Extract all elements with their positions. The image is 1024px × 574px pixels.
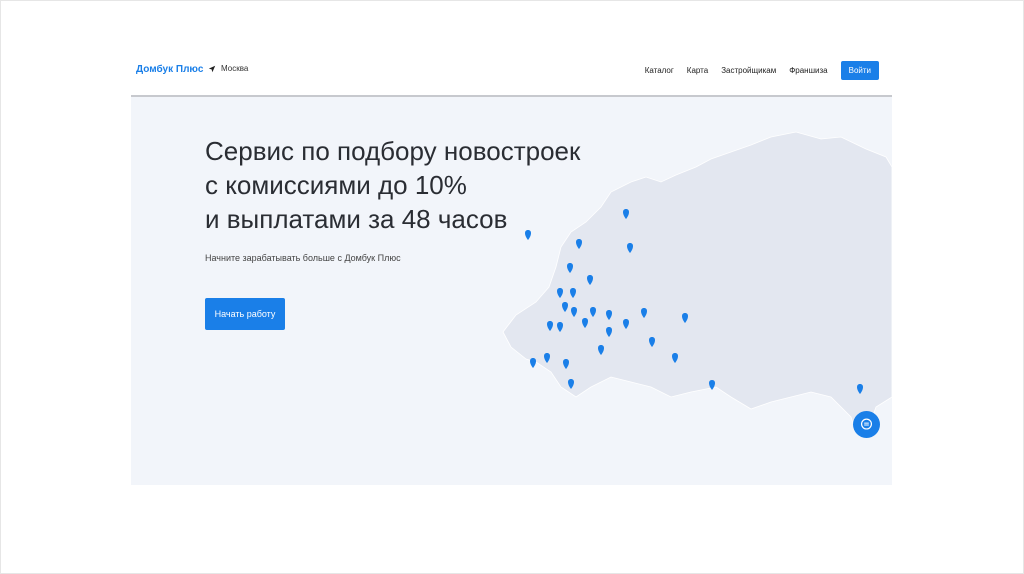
title-line: и выплатами за 48 часов xyxy=(205,204,508,234)
header: Домбук Плюс Москва Каталог Карта Застрой… xyxy=(131,55,892,95)
title-line: Сервис по подбору новостроек xyxy=(205,136,581,166)
chat-icon xyxy=(860,418,873,430)
title-line: с комиссиями до 10% xyxy=(205,170,467,200)
map-pin-icon[interactable] xyxy=(530,358,536,368)
location-arrow-icon xyxy=(208,65,216,72)
start-button[interactable]: Начать работу xyxy=(205,298,285,330)
login-button[interactable]: Войти xyxy=(840,61,879,80)
hero-title: Сервис по подбору новостроек с комиссиям… xyxy=(205,134,580,236)
nav-map[interactable]: Карта xyxy=(687,66,708,75)
nav-catalog[interactable]: Каталог xyxy=(645,66,674,75)
city-selector[interactable]: Москва xyxy=(208,64,248,73)
city-label: Москва xyxy=(221,64,249,73)
nav-franchise[interactable]: Франшиза xyxy=(789,66,827,75)
main-nav: Каталог Карта Застройщикам Франшиза Войт… xyxy=(645,61,879,80)
logo[interactable]: Домбук Плюс xyxy=(136,64,203,75)
nav-developers[interactable]: Застройщикам xyxy=(721,66,776,75)
hero-section: Сервис по подбору новостроек с комиссиям… xyxy=(131,97,892,485)
hero-subtitle: Начните зарабатывать больше с Домбук Плю… xyxy=(205,253,401,263)
chat-button[interactable] xyxy=(853,411,880,438)
